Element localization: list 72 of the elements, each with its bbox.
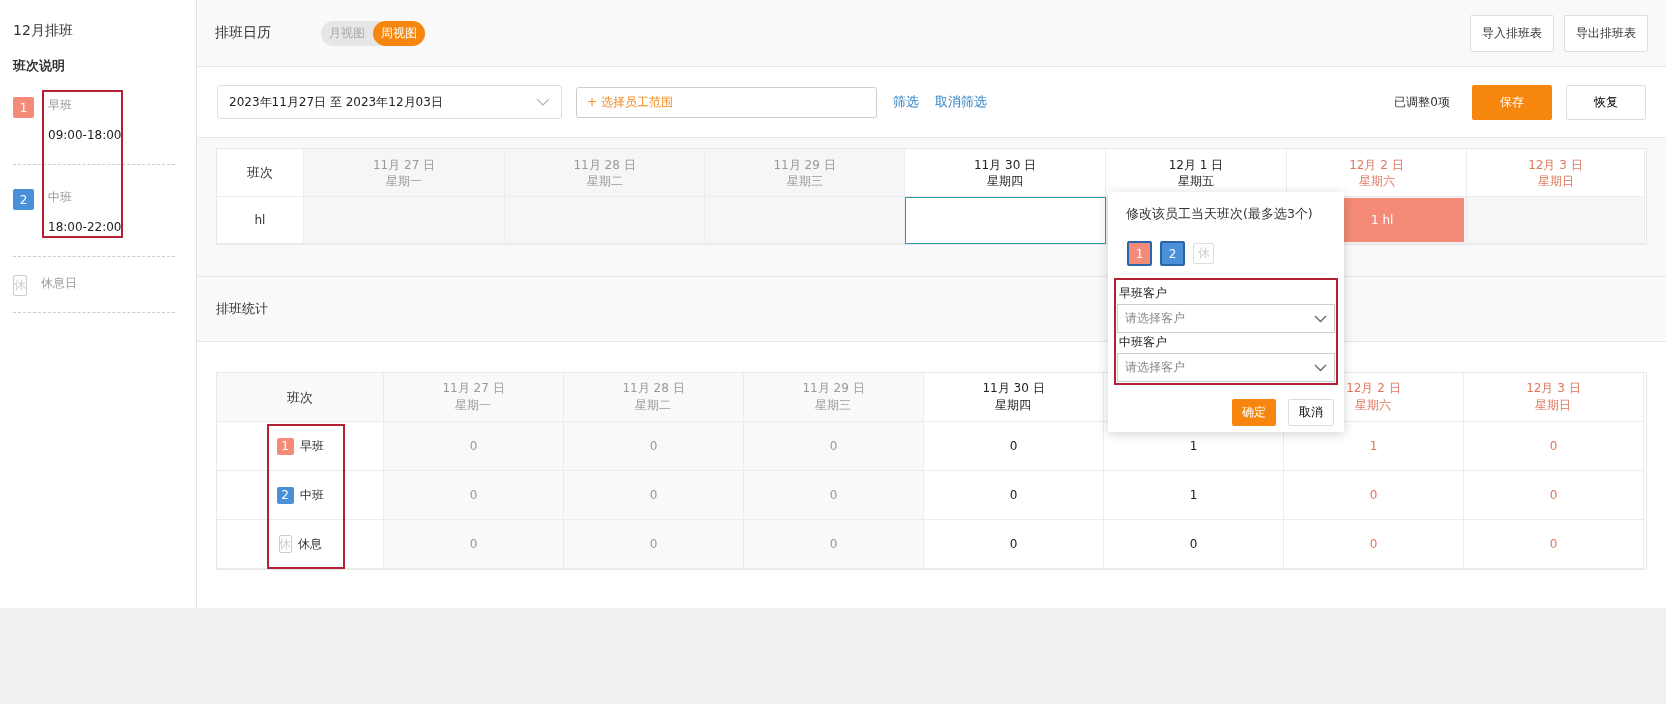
filter-link[interactable]: 取消筛选 bbox=[935, 93, 987, 111]
chevron-down-icon bbox=[1314, 314, 1327, 323]
shift-time: 09:00-18:00 bbox=[48, 128, 122, 142]
shift-name: 早班 bbox=[299, 437, 324, 455]
header-button[interactable]: 导入排班表 bbox=[1470, 14, 1554, 52]
day-header: 11月 27 日 星期一 bbox=[442, 380, 505, 414]
count-value: 1 bbox=[1189, 488, 1198, 502]
field-label: 早班客户 bbox=[1119, 285, 1168, 302]
day-header: 11月 29 日 星期三 bbox=[802, 380, 865, 414]
day-header: 12月 3 日 星期日 bbox=[1467, 149, 1645, 197]
table-header-cell: 班次 bbox=[217, 373, 384, 422]
chevron-down-icon bbox=[536, 98, 550, 106]
shift-name: 休息日 bbox=[41, 275, 77, 292]
date-range-value: 2023年11月27日 至 2023年12月03日 bbox=[229, 93, 443, 111]
day-header: 12月 2 日 星期六 bbox=[1346, 380, 1401, 414]
cancel-button[interactable]: 取消 bbox=[1288, 399, 1334, 426]
day-header: 12月 3 日 星期日 bbox=[1526, 380, 1581, 414]
header-button[interactable]: 导出排班表 bbox=[1564, 14, 1648, 52]
count-value: 0 bbox=[649, 537, 658, 551]
customer-select[interactable]: 请选择客户 bbox=[1117, 304, 1335, 333]
shift-name: 中班 bbox=[48, 189, 73, 206]
shift-option[interactable]: 1 bbox=[1127, 241, 1152, 266]
filter-link[interactable]: 筛选 bbox=[893, 93, 919, 111]
shift-badge: 1 bbox=[276, 437, 294, 455]
sidebar-title: 12月排班 bbox=[13, 22, 74, 40]
view-tab[interactable]: 周视图 bbox=[373, 20, 425, 46]
count-value: 0 bbox=[1189, 537, 1198, 551]
day-header: 11月 27 日 星期一 bbox=[304, 149, 505, 197]
page-title: 排班日历 bbox=[215, 24, 271, 42]
save-button[interactable]: 保存 bbox=[1472, 84, 1552, 120]
count-value: 0 bbox=[1369, 537, 1378, 551]
confirm-button[interactable]: 确定 bbox=[1232, 399, 1276, 426]
count-value: 0 bbox=[469, 488, 478, 502]
day-header: 11月 30 日 星期四 bbox=[982, 380, 1045, 414]
count-value: 0 bbox=[469, 537, 478, 551]
shift-option[interactable]: 2 bbox=[1160, 241, 1185, 266]
day-header: 11月 30 日 星期四 bbox=[905, 149, 1106, 197]
shift-time: 18:00-22:00 bbox=[48, 220, 122, 234]
count-value: 0 bbox=[1549, 439, 1558, 453]
employee-picker[interactable]: + 选择员工范围 bbox=[576, 86, 877, 118]
chevron-down-icon bbox=[1314, 363, 1327, 372]
shift-name: 中班 bbox=[299, 486, 324, 504]
count-value: 0 bbox=[649, 488, 658, 502]
count-value: 0 bbox=[469, 439, 478, 453]
customer-select[interactable]: 请选择客户 bbox=[1117, 353, 1335, 382]
day-header: 11月 29 日 星期三 bbox=[705, 149, 905, 197]
date-range-field[interactable]: 2023年11月27日 至 2023年12月03日 bbox=[217, 85, 562, 119]
adjusted-count: 已调整0项 bbox=[1394, 93, 1450, 111]
count-value: 0 bbox=[1009, 488, 1018, 502]
table-header-cell: 班次 bbox=[217, 149, 304, 197]
shift-badge: 1 bbox=[13, 97, 34, 118]
count-value: 0 bbox=[1009, 537, 1018, 551]
count-value: 0 bbox=[1549, 488, 1558, 502]
legend-title: 班次说明 bbox=[13, 58, 66, 75]
count-value: 0 bbox=[1369, 488, 1378, 502]
day-header: 11月 28 日 星期二 bbox=[622, 380, 685, 414]
shift-badge: 2 bbox=[276, 486, 294, 504]
count-value: 0 bbox=[829, 537, 838, 551]
day-header: 11月 28 日 星期二 bbox=[505, 149, 705, 197]
count-value: 0 bbox=[1549, 537, 1558, 551]
shift-badge: 2 bbox=[13, 189, 34, 210]
count-value: 1 bbox=[1369, 439, 1378, 453]
restore-button[interactable]: 恢复 bbox=[1566, 84, 1646, 120]
view-tab[interactable]: 月视图 bbox=[321, 20, 373, 46]
count-value: 0 bbox=[1009, 439, 1018, 453]
count-value: 0 bbox=[649, 439, 658, 453]
count-value: 1 bbox=[1189, 439, 1198, 453]
schedule-cell[interactable] bbox=[905, 197, 1106, 244]
count-value: 0 bbox=[829, 439, 838, 453]
shift-name: 早班 bbox=[48, 97, 73, 114]
count-value: 0 bbox=[829, 488, 838, 502]
shift-name: 休息 bbox=[297, 535, 322, 553]
